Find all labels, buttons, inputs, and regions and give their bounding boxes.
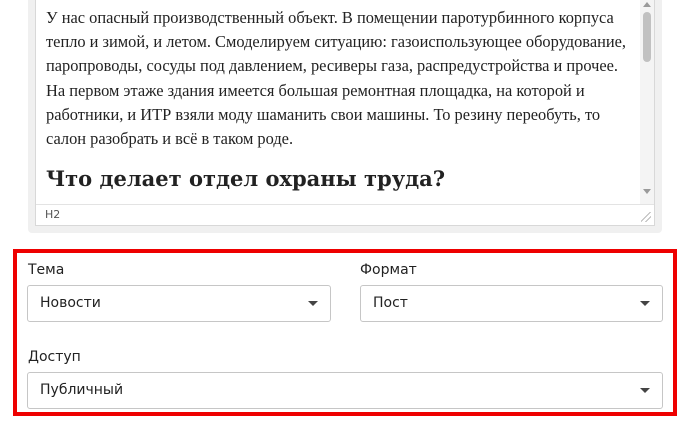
topic-select-value: Новости: [40, 295, 101, 311]
chevron-down-icon: [640, 301, 650, 306]
editor-statusbar: H2: [36, 204, 654, 225]
scroll-down-arrow-icon[interactable]: [643, 189, 651, 194]
format-select[interactable]: Пост: [360, 285, 663, 322]
post-settings-panel: Тема Новости Формат Пост Доступ Публичны…: [13, 249, 677, 416]
resize-handle-icon[interactable]: [641, 212, 651, 222]
format-label: Формат: [360, 262, 417, 278]
topic-label: Тема: [28, 262, 65, 278]
rich-text-editor[interactable]: У нас опасный производственный объект. В…: [35, 0, 655, 226]
scroll-up-arrow-icon[interactable]: [643, 2, 651, 7]
element-path[interactable]: H2: [45, 208, 60, 221]
editor-container: У нас опасный производственный объект. В…: [28, 0, 662, 233]
access-select-value: Публичный: [40, 382, 124, 398]
scrollbar-thumb[interactable]: [643, 12, 651, 62]
editor-content-area[interactable]: У нас опасный производственный объект. В…: [36, 0, 642, 204]
editor-heading[interactable]: Что делает отдел охраны труда?: [46, 165, 634, 193]
editor-paragraph[interactable]: У нас опасный производственный объект. В…: [46, 6, 634, 151]
editor-scrollbar[interactable]: [640, 0, 654, 204]
access-select[interactable]: Публичный: [27, 372, 663, 409]
topic-select[interactable]: Новости: [27, 285, 331, 322]
chevron-down-icon: [308, 301, 318, 306]
chevron-down-icon: [640, 388, 650, 393]
access-label: Доступ: [28, 349, 81, 365]
format-select-value: Пост: [373, 295, 408, 311]
